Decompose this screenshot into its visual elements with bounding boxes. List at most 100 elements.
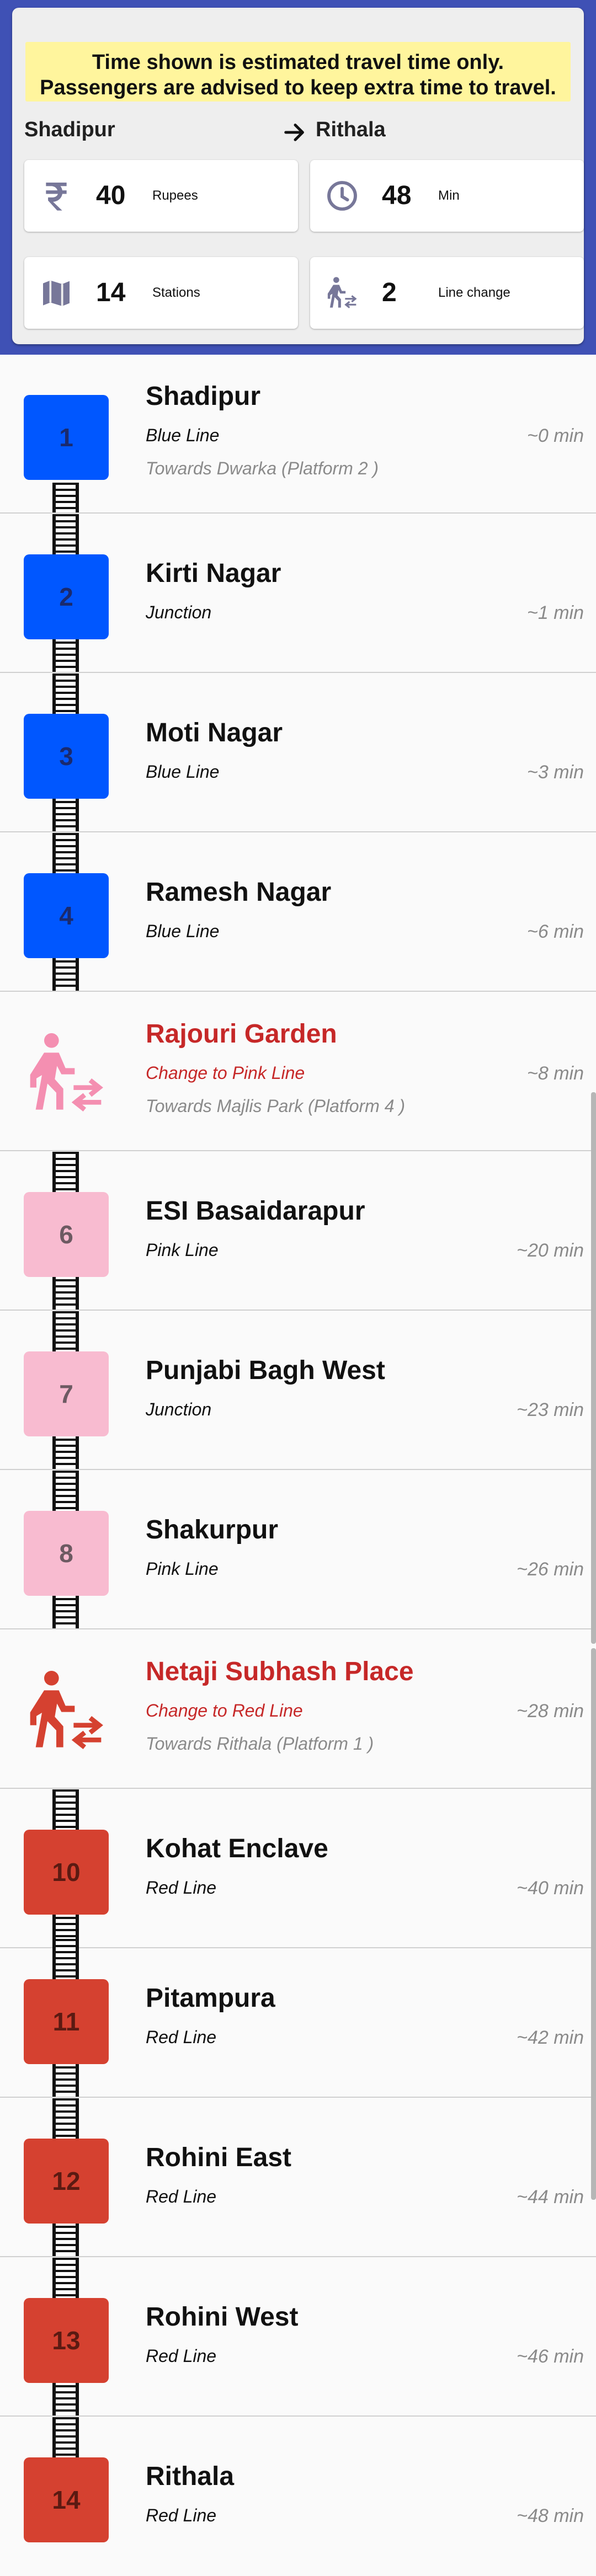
platform-direction: Towards Dwarka (Platform 2 ) — [146, 458, 379, 478]
row-divider — [0, 831, 596, 832]
line-info: Blue Line — [146, 425, 220, 445]
interchange-walk-icon — [30, 1033, 103, 1112]
clock-icon — [327, 181, 357, 211]
line-info: Change to Pink Line — [146, 1063, 305, 1083]
interchange-walk-icon — [327, 277, 357, 308]
row-divider — [0, 1788, 596, 1789]
arrival-time: ~48 min — [517, 2505, 584, 2526]
line-info: Junction — [146, 602, 212, 622]
stations-stat: 14 Stations — [24, 257, 298, 329]
row-divider — [0, 1628, 596, 1629]
line-info: Red Line — [146, 2505, 217, 2525]
line-change-stat: 2 Line change — [310, 257, 584, 329]
station-name: Shakurpur — [146, 1515, 279, 1544]
arrival-time: ~46 min — [517, 2346, 584, 2367]
route-summary-header: Time shown is estimated travel time only… — [0, 0, 596, 355]
arrival-time: ~26 min — [517, 1559, 584, 1580]
station-row[interactable]: 3 Moti Nagar Blue Line ~3 min — [0, 674, 596, 832]
fare-stat: 40 Rupees — [24, 160, 298, 232]
station-row[interactable]: Rajouri Garden Change to Pink Line Towards… — [0, 992, 596, 1151]
station-name: Moti Nagar — [146, 718, 283, 747]
line-info: Junction — [146, 1399, 212, 1419]
arrival-time: ~28 min — [517, 1701, 584, 1722]
station-name: Kirti Nagar — [146, 559, 281, 588]
station-row[interactable]: 12 Rohini East Red Line ~44 min — [0, 2098, 596, 2257]
station-number-badge: 8 — [24, 1511, 109, 1596]
station-name: ESI Basaidarapur — [146, 1196, 365, 1226]
row-divider — [0, 1310, 596, 1311]
scrollbar-thumb-2[interactable] — [591, 1648, 596, 2200]
station-number-badge: 6 — [24, 1192, 109, 1277]
from-station-label: Shadipur — [24, 118, 115, 141]
station-name: Rajouri Garden — [146, 1019, 337, 1049]
line-info: Red Line — [146, 2027, 217, 2047]
arrival-time: ~42 min — [517, 2027, 584, 2048]
arrival-time: ~1 min — [527, 602, 584, 623]
station-row[interactable]: 10 Kohat Enclave Red Line ~40 min — [0, 1789, 596, 1948]
station-row[interactable]: 6 ESI Basaidarapur Pink Line ~20 min — [0, 1152, 596, 1311]
station-row[interactable]: 1 Shadipur Blue Line Towards Dwarka (Platfo… — [0, 355, 596, 514]
row-divider — [0, 2097, 596, 2098]
notice-text: Time shown is estimated travel time only… — [40, 51, 556, 99]
arrival-time: ~23 min — [517, 1399, 584, 1420]
to-station-label: Rithala — [316, 118, 386, 141]
scrollbar-thumb[interactable] — [591, 1092, 596, 1644]
row-divider — [0, 991, 596, 992]
station-row[interactable]: 8 Shakurpur Pink Line ~26 min — [0, 1471, 596, 1629]
stations-value: 14 — [96, 278, 126, 307]
station-name: Shadipur — [146, 382, 261, 411]
rupee-icon — [46, 183, 67, 211]
line-info: Red Line — [146, 2187, 217, 2206]
arrival-time: ~3 min — [527, 762, 584, 783]
track-segment — [48, 2417, 83, 2457]
station-number-badge: 3 — [24, 714, 109, 799]
station-number-badge: 2 — [24, 554, 109, 639]
station-number-badge: 4 — [24, 873, 109, 958]
map-icon — [43, 280, 70, 306]
station-number-badge: 7 — [24, 1351, 109, 1436]
line-change-value: 2 — [382, 278, 397, 307]
line-info: Blue Line — [146, 762, 220, 782]
interchange-walk-icon — [30, 1671, 103, 1750]
station-row[interactable]: 13 Rohini West Red Line ~46 min — [0, 2258, 596, 2417]
station-number-badge: 10 — [24, 1830, 109, 1915]
station-number-badge: 12 — [24, 2139, 109, 2224]
row-divider — [0, 1150, 596, 1151]
arrival-time: ~0 min — [527, 425, 584, 446]
fare-unit: Rupees — [152, 188, 198, 203]
row-divider — [0, 512, 596, 514]
track-segment — [48, 483, 83, 514]
station-name: Kohat Enclave — [146, 1834, 328, 1863]
station-row[interactable]: 11 Pitampura Red Line ~42 min — [0, 1939, 596, 2098]
row-divider — [0, 2256, 596, 2257]
station-number-badge: 11 — [24, 1979, 109, 2064]
station-row[interactable]: 7 Punjabi Bagh West Junction ~23 min — [0, 1311, 596, 1470]
station-name: Rohini West — [146, 2302, 299, 2332]
travel-time-notice: Time shown is estimated travel time only… — [25, 42, 571, 101]
route-summary-card: Time shown is estimated travel time only… — [12, 8, 584, 344]
arrival-time: ~44 min — [517, 2187, 584, 2208]
station-row[interactable]: 2 Kirti Nagar Junction ~1 min — [0, 514, 596, 673]
arrival-time: ~8 min — [527, 1063, 584, 1084]
arrival-time: ~20 min — [517, 1240, 584, 1261]
line-info: Change to Red Line — [146, 1701, 303, 1720]
station-number-badge: 13 — [24, 2298, 109, 2383]
platform-direction: Towards Majlis Park (Platform 4 ) — [146, 1096, 406, 1116]
line-info: Red Line — [146, 2346, 217, 2366]
station-name: Punjabi Bagh West — [146, 1356, 385, 1385]
station-name: Rohini East — [146, 2143, 292, 2172]
row-divider — [0, 672, 596, 673]
station-row[interactable]: Netaji Subhash Place Change to Red Line To… — [0, 1630, 596, 1789]
station-name: Netaji Subhash Place — [146, 1657, 414, 1686]
row-divider — [0, 2415, 596, 2417]
station-row[interactable]: 14 Rithala Red Line ~48 min — [0, 2417, 596, 2576]
row-divider — [0, 1469, 596, 1470]
station-number-badge: 1 — [24, 395, 109, 480]
station-row[interactable]: 4 Ramesh Nagar Blue Line ~6 min — [0, 833, 596, 992]
line-info: Red Line — [146, 1878, 217, 1898]
line-info: Pink Line — [146, 1559, 219, 1579]
fare-value: 40 — [96, 181, 126, 210]
line-info: Pink Line — [146, 1240, 219, 1260]
station-number-badge: 14 — [24, 2457, 109, 2542]
arrival-time: ~6 min — [527, 921, 584, 942]
